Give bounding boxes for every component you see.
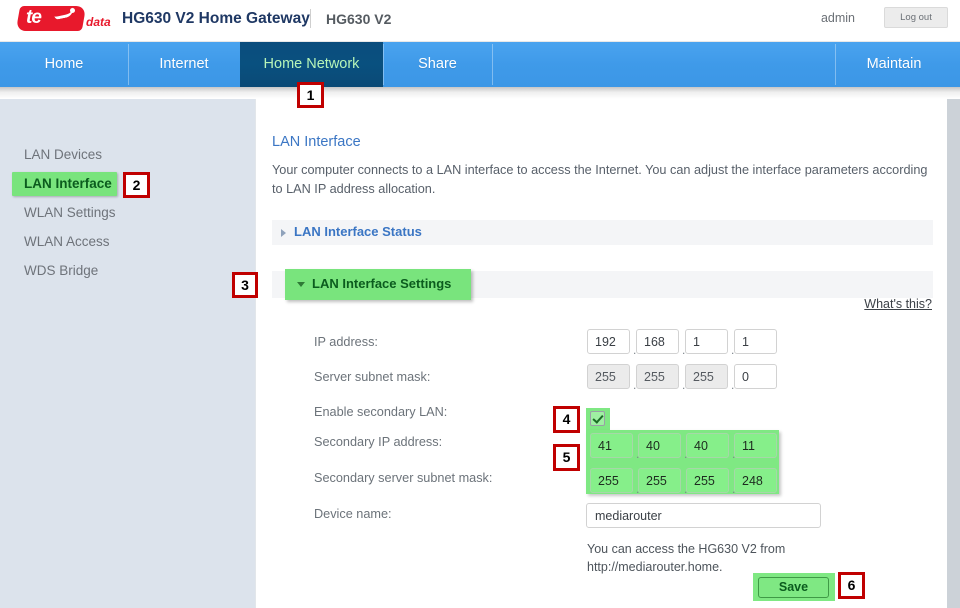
section-lan-interface-settings[interactable]: LAN Interface Settings <box>285 269 471 300</box>
secondary-mask-dot-2: . <box>684 482 688 496</box>
label-device-name: Device name: <box>314 507 392 521</box>
annotation-2: 2 <box>123 172 150 198</box>
secondary-mask-dot-1: . <box>636 482 640 496</box>
tedata-logo: te data <box>15 5 114 33</box>
label-secondary-ip-address: Secondary IP address: <box>314 435 443 449</box>
annotation-3: 3 <box>232 272 258 298</box>
label-server-subnet-mask: Server subnet mask: <box>314 370 431 384</box>
page-header: te data HG630 V2 Home Gateway HG630 V2 a… <box>0 0 960 42</box>
secondary-mask-octet-1[interactable] <box>590 468 633 493</box>
logout-button[interactable]: Log out <box>884 7 948 28</box>
annotation-6: 6 <box>838 572 865 599</box>
label-secondary-server-subnet-mask: Secondary server subnet mask: <box>314 471 493 485</box>
server-subnet-mask-octet-1[interactable] <box>587 364 630 389</box>
chevron-right-icon <box>281 229 286 237</box>
annotation-4: 4 <box>553 406 580 433</box>
sidebar-spacer <box>206 99 255 608</box>
section-status-label: LAN Interface Status <box>294 224 422 239</box>
annotation-5: 5 <box>553 444 580 471</box>
server-subnet-mask-octet-4[interactable] <box>734 364 777 389</box>
chevron-down-icon <box>297 282 305 287</box>
sidebar-item-wlan-access[interactable]: WLAN Access <box>24 230 206 254</box>
nav-shadow <box>0 87 960 99</box>
secondary-mask-octet-2[interactable] <box>638 468 681 493</box>
logo-data-text: data <box>86 15 111 29</box>
secondary-ip-octet-4[interactable] <box>734 433 777 458</box>
section-settings-label: LAN Interface Settings <box>312 276 452 291</box>
label-enable-secondary-lan: Enable secondary LAN: <box>314 405 448 419</box>
nav-tab-home-network[interactable]: Home Network <box>240 42 383 87</box>
ip-address-octet-4[interactable] <box>734 329 777 354</box>
header-divider <box>310 9 311 28</box>
gateway-model: HG630 V2 <box>326 11 392 27</box>
page-right-margin <box>947 99 960 608</box>
secondary-mask-octet-4[interactable] <box>734 468 777 493</box>
annotation-1: 1 <box>297 82 324 108</box>
sidebar-item-lan-interface[interactable]: LAN Interface <box>12 172 117 196</box>
section-lan-interface-status[interactable]: LAN Interface Status <box>272 220 933 245</box>
logo-dot-icon <box>70 8 75 13</box>
sidebar-item-wds-bridge[interactable]: WDS Bridge <box>24 259 206 283</box>
secondary-ip-dot-3: . <box>732 447 736 461</box>
label-ip-address: IP address: <box>314 335 378 349</box>
server-subnet-mask-octet-3[interactable] <box>685 364 728 389</box>
secondary-mask-octet-3[interactable] <box>686 468 729 493</box>
secondary-mask-dot-3: . <box>732 482 736 496</box>
secondary-ip-dot-1: . <box>636 447 640 461</box>
main-content: LAN Interface Your computer connects to … <box>255 99 947 608</box>
ip-address-octet-1[interactable] <box>587 329 630 354</box>
gateway-title: HG630 V2 Home Gateway <box>122 10 310 27</box>
sidebar-navigation: LAN Devices LAN Interface WLAN Settings … <box>0 99 206 608</box>
device-name-input[interactable] <box>586 503 821 528</box>
main-navigation: Home Internet Home Network Share Maintai… <box>0 42 960 87</box>
nav-tab-share[interactable]: Share <box>383 42 492 87</box>
ip-address-octet-2[interactable] <box>636 329 679 354</box>
access-url-hint: You can access the HG630 V2 from http://… <box>587 542 786 574</box>
whats-this-link[interactable]: What's this? <box>864 297 932 311</box>
secondary-ip-octet-2[interactable] <box>638 433 681 458</box>
nav-divider-4 <box>492 44 493 85</box>
nav-tab-maintain[interactable]: Maintain <box>835 42 953 87</box>
server-subnet-mask-octet-2[interactable] <box>636 364 679 389</box>
secondary-ip-octet-3[interactable] <box>686 433 729 458</box>
sidebar-item-wlan-settings[interactable]: WLAN Settings <box>24 201 206 225</box>
page-description: Your computer connects to a LAN interfac… <box>272 163 928 196</box>
enable-secondary-lan-checkbox[interactable] <box>590 411 605 426</box>
current-user-label: admin <box>820 11 855 25</box>
nav-tab-home[interactable]: Home <box>0 42 128 87</box>
secondary-ip-octet-1[interactable] <box>590 433 633 458</box>
ip-address-octet-3[interactable] <box>685 329 728 354</box>
page-title: LAN Interface <box>272 134 361 150</box>
router-admin-page: te data HG630 V2 Home Gateway HG630 V2 a… <box>0 0 960 608</box>
nav-tab-internet[interactable]: Internet <box>128 42 240 87</box>
sidebar-item-lan-devices[interactable]: LAN Devices <box>24 143 206 167</box>
secondary-ip-dot-2: . <box>684 447 688 461</box>
save-button[interactable]: Save <box>758 577 829 598</box>
